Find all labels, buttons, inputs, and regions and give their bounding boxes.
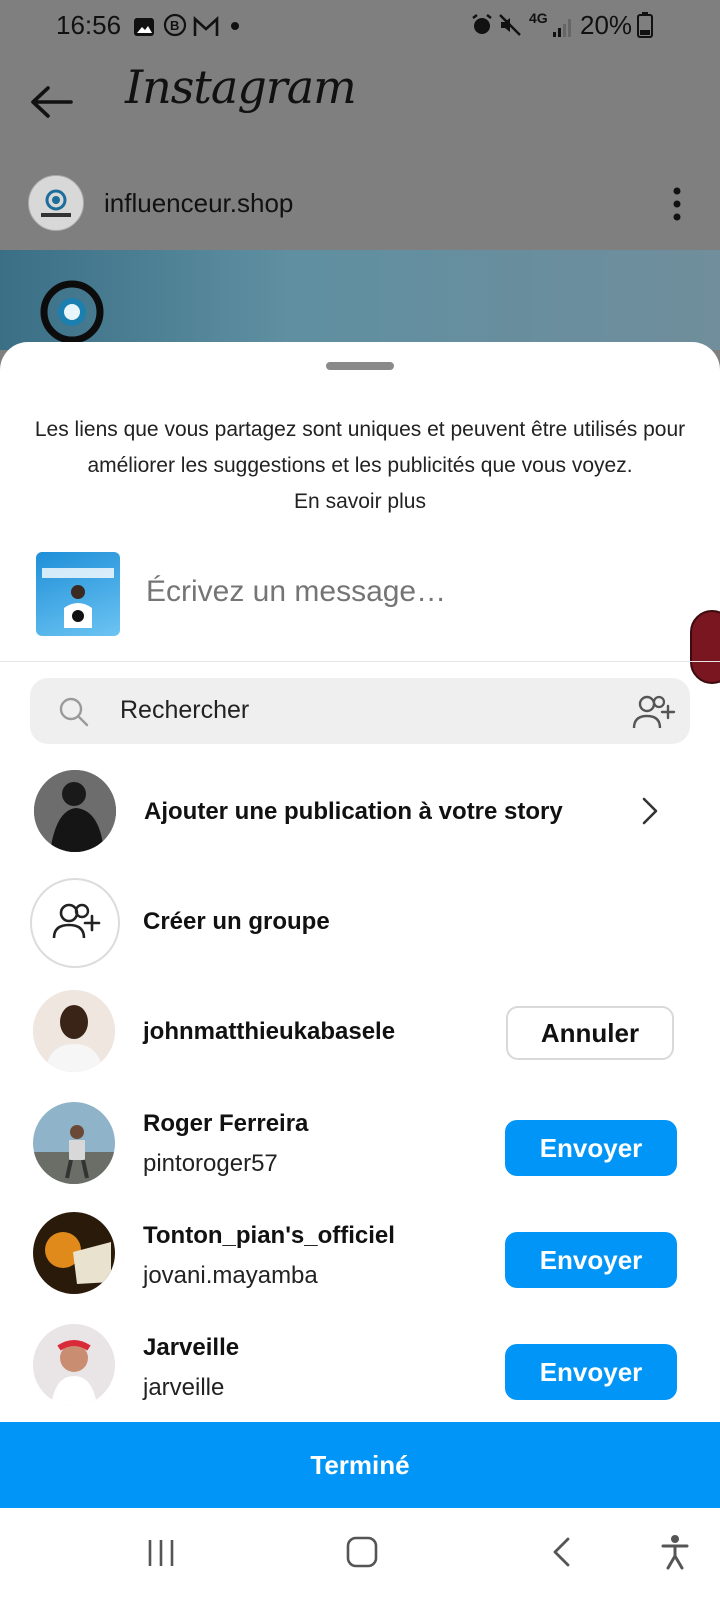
avatar bbox=[34, 770, 116, 852]
avatar bbox=[33, 1324, 115, 1406]
create-group-avatar bbox=[30, 878, 120, 968]
battery-icon bbox=[637, 12, 653, 45]
dot-icon bbox=[231, 22, 239, 30]
sheet-drag-handle[interactable] bbox=[326, 362, 394, 370]
accessibility-icon[interactable] bbox=[660, 1534, 690, 1575]
contact-username: jovani.mayamba bbox=[143, 1262, 318, 1289]
app-bar bbox=[0, 52, 720, 148]
cancel-button[interactable]: Annuler bbox=[506, 1006, 674, 1060]
back-icon[interactable] bbox=[550, 1536, 572, 1573]
avatar bbox=[33, 1212, 115, 1294]
recent-apps-icon[interactable] bbox=[146, 1538, 176, 1573]
image-icon bbox=[133, 14, 155, 45]
instagram-logo: Instagram bbox=[125, 60, 357, 114]
mute-icon bbox=[498, 13, 522, 44]
arrow-left-icon[interactable] bbox=[28, 84, 74, 125]
avatar bbox=[33, 1102, 115, 1184]
contact-name: Roger Ferreira bbox=[143, 1110, 309, 1137]
contact-username: pintoroger57 bbox=[143, 1150, 278, 1177]
done-button[interactable]: Terminé bbox=[0, 1422, 720, 1508]
more-vertical-icon[interactable] bbox=[672, 186, 682, 222]
floating-chat-bubble[interactable] bbox=[690, 610, 720, 684]
add-group-icon bbox=[52, 903, 101, 939]
network-type: 4G bbox=[529, 10, 548, 26]
signal-icon bbox=[552, 14, 574, 45]
create-group-label: Créer un groupe bbox=[143, 908, 330, 935]
contact-name: Tonton_pian's_officiel bbox=[143, 1222, 395, 1249]
alarm-icon bbox=[470, 13, 494, 44]
learn-more-link[interactable]: En savoir plus bbox=[294, 490, 426, 513]
divider bbox=[0, 661, 720, 662]
contact-name: Jarveille bbox=[143, 1334, 240, 1361]
add-to-story-label: Ajouter une publication à votre story bbox=[144, 798, 563, 825]
status-bar: 16:56 B 4G 20% bbox=[0, 0, 720, 52]
send-button[interactable]: Envoyer bbox=[505, 1120, 677, 1176]
message-input[interactable] bbox=[144, 574, 648, 610]
post-avatar[interactable] bbox=[28, 175, 84, 231]
send-button[interactable]: Envoyer bbox=[505, 1344, 677, 1400]
avatar bbox=[33, 990, 115, 1072]
chevron-right-icon bbox=[640, 796, 660, 831]
status-time: 16:56 bbox=[56, 10, 122, 40]
add-people-icon[interactable] bbox=[632, 694, 676, 735]
svg-text:B: B bbox=[170, 18, 179, 33]
send-button[interactable]: Envoyer bbox=[505, 1232, 677, 1288]
shared-post-thumbnail bbox=[36, 552, 120, 636]
post-username[interactable]: influenceur.shop bbox=[104, 188, 293, 219]
home-icon[interactable] bbox=[346, 1536, 378, 1573]
search-placeholder: Rechercher bbox=[120, 696, 250, 724]
contact-name: johnmatthieukabasele bbox=[143, 1018, 396, 1045]
mail-icon bbox=[193, 14, 219, 45]
search-icon bbox=[58, 696, 90, 733]
share-notice: Les liens que vous partagez sont uniques… bbox=[20, 412, 700, 520]
share-notice-text: Les liens que vous partagez sont uniques… bbox=[34, 418, 686, 477]
post-image bbox=[0, 250, 720, 350]
contact-username: jarveille bbox=[143, 1374, 225, 1401]
battery-percent: 20% bbox=[580, 10, 633, 40]
b-icon: B bbox=[163, 13, 187, 44]
